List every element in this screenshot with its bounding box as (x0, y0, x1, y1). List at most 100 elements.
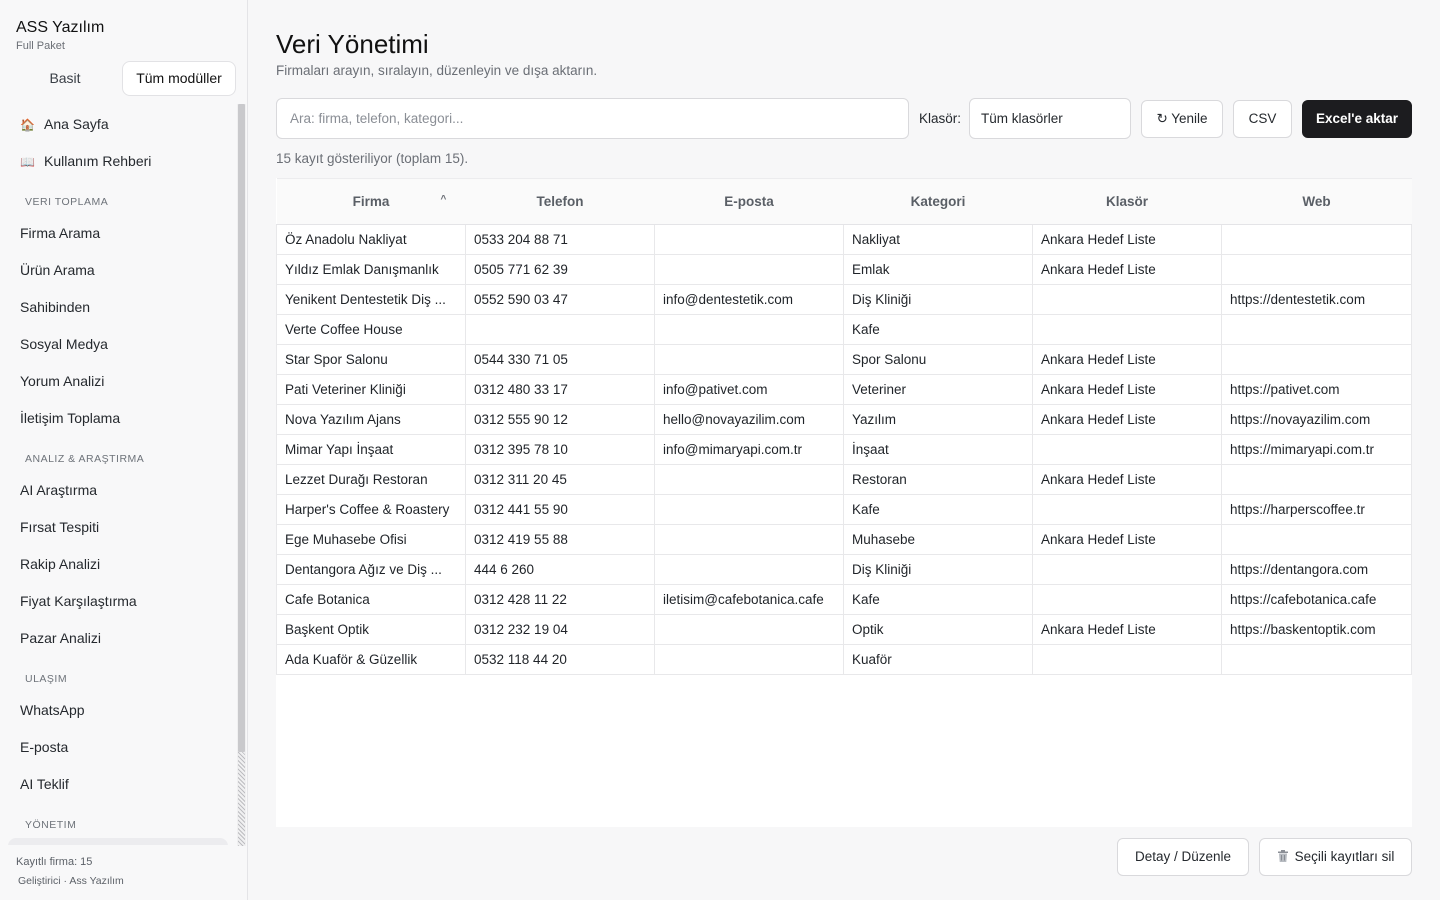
sidebar-item-pazar-analizi[interactable]: Pazar Analizi (20, 627, 101, 649)
table-row[interactable]: Yıldız Emlak Danışmanlık 0505 771 62 39 Em… (276, 254, 1412, 285)
cell-e-posta[interactable] (654, 224, 844, 255)
cell-e-posta[interactable] (654, 524, 844, 555)
sidebar-item-fiyat-karsilastirma[interactable]: Fiyat Karşılaştırma (20, 590, 137, 612)
mode-all-modules-button[interactable]: Tüm modüller (122, 61, 236, 96)
cell-e-posta[interactable] (654, 344, 844, 375)
sidebar-item-iletisim-toplama[interactable]: İletişim Toplama (20, 407, 120, 429)
cell-firma[interactable]: Star Spor Salonu (276, 344, 466, 375)
cell-kategori[interactable]: Spor Salonu (843, 344, 1033, 375)
cell-e-posta[interactable]: info@dentestetik.com (654, 284, 844, 315)
cell-firma[interactable]: Ada Kuaför & Güzellik (276, 644, 466, 675)
export-excel-button[interactable]: Excel'e aktar (1302, 100, 1412, 138)
cell-telefon[interactable]: 0312 419 55 88 (465, 524, 655, 555)
delete-selected-button[interactable]: Seçili kayıtları sil (1259, 838, 1412, 876)
cell-kategori[interactable]: Kafe (843, 314, 1033, 345)
sidebar-item-yorum-analizi[interactable]: Yorum Analizi (20, 370, 104, 392)
cell-firma[interactable]: Verte Coffee House (276, 314, 466, 345)
cell-e-posta[interactable] (654, 254, 844, 285)
sidebar-scrollbar-handle[interactable] (238, 752, 245, 846)
table-row[interactable]: Öz Anadolu Nakliyat 0533 204 88 71 Nakliya… (276, 224, 1412, 255)
sidebar-item-firma-arama[interactable]: Firma Arama (20, 222, 100, 244)
cell-klasor[interactable] (1032, 554, 1222, 585)
cell-web[interactable]: https://cafebotanica.cafe (1221, 584, 1412, 615)
cell-klasor[interactable] (1032, 494, 1222, 525)
cell-telefon[interactable]: 0312 395 78 10 (465, 434, 655, 465)
cell-kategori[interactable]: Yazılım (843, 404, 1033, 435)
cell-web[interactable]: https://dentangora.com (1221, 554, 1412, 585)
table-row[interactable]: Star Spor Salonu 0544 330 71 05 Spor Salon… (276, 344, 1412, 375)
cell-klasor[interactable] (1032, 314, 1222, 345)
table-row[interactable]: Dentangora Ağız ve Diş ... 444 6 260 Diş K… (276, 554, 1412, 585)
cell-kategori[interactable]: Muhasebe (843, 524, 1033, 555)
column-header-kategori[interactable]: Kategori (843, 178, 1033, 225)
cell-klasor[interactable] (1032, 644, 1222, 675)
sidebar-item-whatsapp[interactable]: WhatsApp (20, 699, 85, 721)
cell-firma[interactable]: Başkent Optik (276, 614, 466, 645)
cell-e-posta[interactable] (654, 314, 844, 345)
cell-klasor[interactable] (1032, 284, 1222, 315)
cell-telefon[interactable]: 0312 232 19 04 (465, 614, 655, 645)
cell-e-posta[interactable]: info@pativet.com (654, 374, 844, 405)
cell-e-posta[interactable]: info@mimaryapi.com.tr (654, 434, 844, 465)
cell-klasor[interactable]: Ankara Hedef Liste (1032, 344, 1222, 375)
column-header-firma[interactable]: Firma ^ (276, 178, 466, 225)
cell-firma[interactable]: Mimar Yapı İnşaat (276, 434, 466, 465)
sidebar-item-firsat-tespiti[interactable]: Fırsat Tespiti (20, 516, 99, 538)
sidebar-item-home[interactable]: 🏠 Ana Sayfa (20, 113, 109, 135)
cell-kategori[interactable]: İnşaat (843, 434, 1033, 465)
cell-web[interactable]: https://harperscoffee.tr (1221, 494, 1412, 525)
column-header-klasor[interactable]: Klasör (1032, 178, 1222, 225)
cell-kategori[interactable]: Diş Kliniği (843, 284, 1033, 315)
cell-e-posta[interactable] (654, 614, 844, 645)
sidebar-item-ai-arastirma[interactable]: AI Araştırma (20, 479, 97, 501)
cell-firma[interactable]: Harper's Coffee & Roastery (276, 494, 466, 525)
cell-kategori[interactable]: Diş Kliniği (843, 554, 1033, 585)
column-header-web[interactable]: Web (1221, 178, 1412, 225)
sidebar-item-sosyal-medya[interactable]: Sosyal Medya (20, 333, 108, 355)
cell-e-posta[interactable]: iletisim@cafebotanica.cafe (654, 584, 844, 615)
cell-klasor[interactable]: Ankara Hedef Liste (1032, 254, 1222, 285)
folder-select[interactable]: Tüm klasörler (969, 98, 1131, 139)
cell-telefon[interactable]: 0312 311 20 45 (465, 464, 655, 495)
cell-e-posta[interactable] (654, 464, 844, 495)
cell-e-posta[interactable] (654, 494, 844, 525)
table-row[interactable]: Mimar Yapı İnşaat 0312 395 78 10 info@mima… (276, 434, 1412, 465)
cell-web[interactable]: https://dentestetik.com (1221, 284, 1412, 315)
cell-web[interactable] (1221, 224, 1412, 255)
cell-klasor[interactable]: Ankara Hedef Liste (1032, 404, 1222, 435)
cell-firma[interactable]: Öz Anadolu Nakliyat (276, 224, 466, 255)
cell-telefon[interactable]: 0544 330 71 05 (465, 344, 655, 375)
cell-web[interactable] (1221, 524, 1412, 555)
cell-telefon[interactable]: 0532 118 44 20 (465, 644, 655, 675)
cell-klasor[interactable]: Ankara Hedef Liste (1032, 224, 1222, 255)
cell-telefon[interactable]: 0552 590 03 47 (465, 284, 655, 315)
sidebar-item-ai-teklif[interactable]: AI Teklif (20, 773, 69, 795)
refresh-button[interactable]: ↻ Yenile (1141, 100, 1223, 138)
cell-kategori[interactable]: Nakliyat (843, 224, 1033, 255)
table-row[interactable]: Ege Muhasebe Ofisi 0312 419 55 88 Muhasebe… (276, 524, 1412, 555)
cell-telefon[interactable]: 444 6 260 (465, 554, 655, 585)
cell-web[interactable]: https://novayazilim.com (1221, 404, 1412, 435)
table-row[interactable]: Nova Yazılım Ajans 0312 555 90 12 hello@no… (276, 404, 1412, 435)
cell-kategori[interactable]: Kafe (843, 494, 1033, 525)
sidebar-item-urun-arama[interactable]: Ürün Arama (20, 259, 95, 281)
cell-web[interactable] (1221, 644, 1412, 675)
cell-firma[interactable]: Lezzet Durağı Restoran (276, 464, 466, 495)
table-row[interactable]: Pati Veteriner Kliniği 0312 480 33 17 info… (276, 374, 1412, 405)
sidebar-item-active[interactable] (8, 838, 228, 845)
cell-firma[interactable]: Pati Veteriner Kliniği (276, 374, 466, 405)
cell-firma[interactable]: Cafe Botanica (276, 584, 466, 615)
cell-web[interactable] (1221, 344, 1412, 375)
table-row[interactable]: Verte Coffee House Kafe (276, 314, 1412, 345)
sidebar-item-e-posta[interactable]: E-posta (20, 736, 68, 758)
cell-e-posta[interactable] (654, 644, 844, 675)
table-row[interactable]: Başkent Optik 0312 232 19 04 Optik Ankara H… (276, 614, 1412, 645)
table-row[interactable]: Lezzet Durağı Restoran 0312 311 20 45 Rest… (276, 464, 1412, 495)
cell-web[interactable] (1221, 464, 1412, 495)
sidebar-item-rakip-analizi[interactable]: Rakip Analizi (20, 553, 100, 575)
search-input[interactable] (276, 98, 909, 139)
cell-e-posta[interactable] (654, 554, 844, 585)
cell-kategori[interactable]: Emlak (843, 254, 1033, 285)
column-header-telefon[interactable]: Telefon (465, 178, 655, 225)
cell-telefon[interactable]: 0312 555 90 12 (465, 404, 655, 435)
